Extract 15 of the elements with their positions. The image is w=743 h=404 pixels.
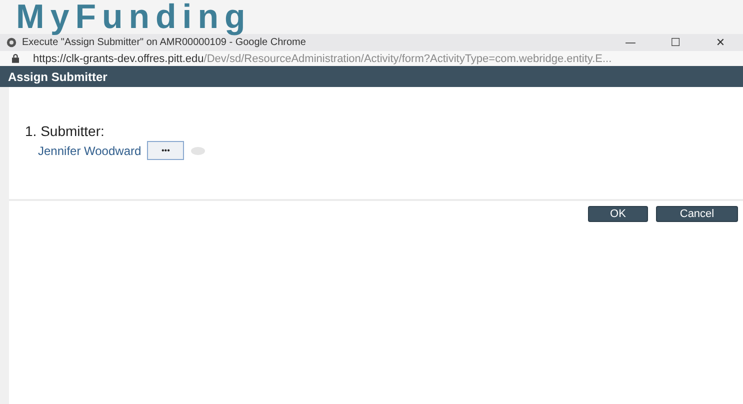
window-title: Execute "Assign Submitter" on AMR00000109 - Google Chrome bbox=[22, 37, 307, 48]
dialog-title: Assign Submitter bbox=[8, 70, 108, 84]
maximize-button[interactable]: ☐ bbox=[653, 36, 698, 49]
url-text: https://clk-grants-dev.offres.pitt.edu/Dev/sd/ResourceAdministration/Activity/form?ActivityType=com.webridge.entity.E... bbox=[33, 52, 612, 64]
close-button[interactable]: ✕ bbox=[698, 36, 743, 49]
browse-button[interactable]: ••• bbox=[147, 141, 184, 160]
clear-icon[interactable] bbox=[190, 146, 206, 156]
field-label: 1. Submitter: bbox=[25, 123, 106, 139]
ok-button[interactable]: OK bbox=[588, 206, 648, 222]
person-link[interactable]: Jennifer Woodward bbox=[38, 144, 142, 158]
lock-icon bbox=[12, 54, 19, 63]
logo-text: MyFunding bbox=[16, 0, 252, 34]
browser-icon bbox=[6, 37, 17, 48]
minimize-button[interactable]: — bbox=[608, 36, 653, 49]
cancel-button[interactable]: Cancel bbox=[656, 206, 738, 222]
